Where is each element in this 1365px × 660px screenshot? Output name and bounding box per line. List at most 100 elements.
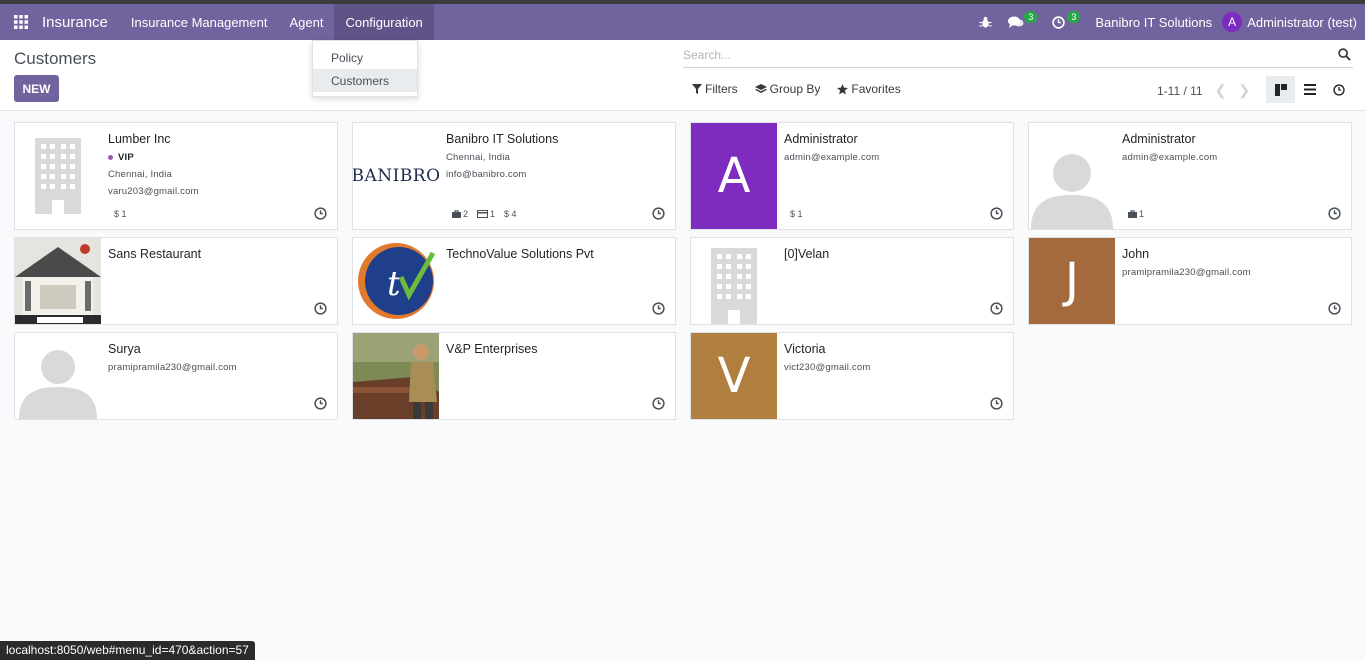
activity-clock-icon[interactable] bbox=[1328, 207, 1341, 220]
search-input[interactable] bbox=[683, 43, 1323, 67]
apps-menu-button[interactable] bbox=[0, 4, 42, 40]
customer-name: Administrator bbox=[1122, 132, 1196, 146]
customer-email: varu203@gmail.com bbox=[108, 186, 199, 197]
card-stats: $ 1 bbox=[114, 209, 136, 219]
customer-card[interactable]: Lumber Inc VIP Chennai, India varu203@gm… bbox=[14, 122, 338, 230]
bug-icon bbox=[979, 16, 992, 28]
control-panel: Customers NEW Filters Group By Favorites… bbox=[0, 40, 1365, 111]
activity-clock-icon[interactable] bbox=[652, 397, 665, 410]
group-by-label: Group By bbox=[769, 82, 821, 96]
invoiced-stat[interactable]: $ 4 bbox=[504, 209, 517, 219]
activity-clock-icon[interactable] bbox=[990, 397, 1003, 410]
briefcase-icon bbox=[452, 210, 461, 218]
policies-stat[interactable]: 2 bbox=[452, 209, 468, 219]
person-placeholder-image bbox=[1029, 123, 1115, 229]
customer-email: admin@example.com bbox=[784, 152, 880, 163]
activity-view-button[interactable] bbox=[1324, 76, 1353, 103]
customer-name: Victoria bbox=[784, 342, 826, 356]
dropdown-item-customers[interactable]: Customers bbox=[313, 69, 417, 92]
invoiced-stat[interactable]: $ 1 bbox=[790, 209, 803, 219]
customer-name: V&P Enterprises bbox=[446, 342, 538, 356]
banibro-logo-image: BANIBRO bbox=[353, 123, 439, 229]
customer-card[interactable]: BANIBRO Banibro IT Solutions Chennai, In… bbox=[352, 122, 676, 230]
clock-icon bbox=[1052, 15, 1066, 29]
favorites-label: Favorites bbox=[851, 82, 901, 96]
pager-next-icon[interactable]: ❯ bbox=[1238, 82, 1250, 99]
new-button[interactable]: NEW bbox=[14, 75, 59, 102]
messages-button[interactable]: 3 bbox=[1000, 4, 1044, 40]
activity-clock-icon[interactable] bbox=[1328, 302, 1341, 315]
card-stats: $ 1 bbox=[790, 209, 812, 219]
activity-clock-icon[interactable] bbox=[314, 397, 327, 410]
customer-card[interactable]: A Administrator admin@example.com $ 1 bbox=[690, 122, 1014, 230]
card-stats: 2 1 $ 4 bbox=[452, 209, 526, 219]
activity-clock-icon[interactable] bbox=[990, 207, 1003, 220]
card-stats: 1 bbox=[1128, 209, 1153, 219]
technovalue-logo-image: t bbox=[353, 238, 439, 324]
customer-email: info@banibro.com bbox=[446, 169, 527, 180]
kanban-icon bbox=[1274, 83, 1287, 96]
search-bar bbox=[683, 43, 1353, 68]
customer-card[interactable]: [0]Velan bbox=[690, 237, 1014, 325]
invoiced-stat[interactable]: $ 1 bbox=[114, 209, 127, 219]
main-navbar: Insurance Insurance Management Agent Con… bbox=[0, 4, 1365, 40]
customer-email: pramipramila230@gmail.com bbox=[1122, 267, 1251, 278]
menu-configuration[interactable]: Configuration bbox=[334, 4, 434, 40]
policies-stat[interactable]: 1 bbox=[1128, 209, 1144, 219]
menu-agent[interactable]: Agent bbox=[278, 4, 334, 40]
funnel-icon bbox=[692, 84, 702, 94]
customer-email: vict230@gmail.com bbox=[784, 362, 871, 373]
banibro-logo-text: BANIBRO bbox=[353, 166, 439, 186]
customer-card[interactable]: Administrator admin@example.com 1 bbox=[1028, 122, 1352, 230]
company-switcher[interactable]: Banibro IT Solutions bbox=[1085, 15, 1222, 30]
kanban-view-button[interactable] bbox=[1266, 76, 1295, 103]
person-placeholder-image bbox=[15, 333, 101, 419]
activity-clock-icon[interactable] bbox=[652, 207, 665, 220]
grid-icon bbox=[14, 15, 28, 29]
group-by-button[interactable]: Group By bbox=[754, 82, 821, 96]
activities-count-badge: 3 bbox=[1067, 11, 1081, 23]
customer-address: Chennai, India bbox=[446, 152, 511, 163]
customer-name: Sans Restaurant bbox=[108, 247, 202, 261]
activities-button[interactable]: 3 bbox=[1044, 4, 1085, 40]
chat-icon bbox=[1008, 16, 1024, 28]
letter-avatar: J bbox=[1029, 238, 1115, 324]
activity-clock-icon[interactable] bbox=[990, 302, 1003, 315]
card-icon bbox=[477, 210, 489, 218]
pager-value[interactable]: 1-11 / 11 bbox=[1157, 84, 1203, 98]
customer-card[interactable]: V&P Enterprises bbox=[352, 332, 676, 420]
customer-email: admin@example.com bbox=[1122, 152, 1218, 163]
messages-count-badge: 3 bbox=[1024, 11, 1038, 23]
briefcase-icon bbox=[1128, 210, 1137, 218]
list-view-button[interactable] bbox=[1295, 76, 1324, 103]
customer-card[interactable]: t TechnoValue Solutions Pvt bbox=[352, 237, 676, 325]
customer-card[interactable]: Sans Restaurant bbox=[14, 237, 338, 325]
app-name[interactable]: Insurance bbox=[42, 14, 108, 31]
activity-clock-icon[interactable] bbox=[652, 302, 665, 315]
clock-icon bbox=[1332, 83, 1345, 96]
user-avatar[interactable]: A bbox=[1222, 12, 1243, 32]
favorites-button[interactable]: Favorites bbox=[837, 82, 901, 96]
filters-label: Filters bbox=[705, 82, 738, 96]
search-options: Filters Group By Favorites bbox=[692, 82, 918, 96]
debug-button[interactable] bbox=[971, 4, 1000, 40]
customer-name: Banibro IT Solutions bbox=[446, 132, 559, 146]
customer-card[interactable]: V Victoria vict230@gmail.com bbox=[690, 332, 1014, 420]
cards-stat[interactable]: 1 bbox=[477, 209, 495, 219]
activity-clock-icon[interactable] bbox=[314, 302, 327, 315]
pager-previous-icon[interactable]: ❮ bbox=[1215, 82, 1227, 99]
customer-name: Administrator bbox=[784, 132, 858, 146]
customer-name: John bbox=[1122, 247, 1150, 261]
dropdown-item-policy[interactable]: Policy bbox=[313, 46, 417, 69]
customer-card[interactable]: Surya pramipramila230@gmail.com bbox=[14, 332, 338, 420]
activity-clock-icon[interactable] bbox=[314, 207, 327, 220]
filters-button[interactable]: Filters bbox=[692, 82, 738, 96]
customer-name: Surya bbox=[108, 342, 141, 356]
customer-name: [0]Velan bbox=[784, 247, 830, 261]
star-icon bbox=[837, 83, 849, 95]
search-icon[interactable] bbox=[1338, 48, 1351, 61]
user-menu[interactable]: Administrator (test) bbox=[1247, 15, 1365, 30]
customer-card[interactable]: J John pramipramila230@gmail.com bbox=[1028, 237, 1352, 325]
restaurant-photo bbox=[15, 238, 101, 324]
menu-insurance-management[interactable]: Insurance Management bbox=[120, 4, 279, 40]
